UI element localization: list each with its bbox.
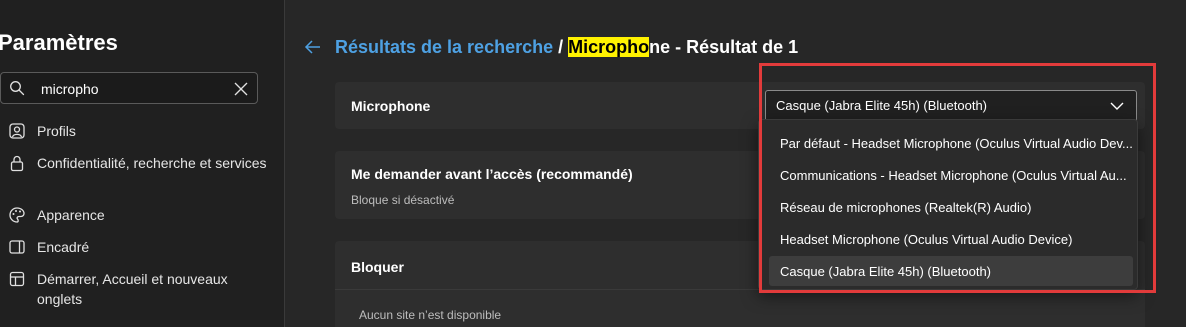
back-arrow-icon[interactable]: [304, 38, 322, 56]
sidebar-item-start-home[interactable]: Démarrer, Accueil et nouveaux onglets: [8, 269, 267, 309]
search-results-link[interactable]: Résultats de la recherche: [335, 37, 553, 57]
search-box[interactable]: [0, 72, 258, 104]
dropdown-option-selected[interactable]: Casque (Jabra Elite 45h) (Bluetooth): [769, 256, 1133, 286]
search-highlight: Micropho: [568, 37, 650, 57]
sidebar-item-sidebar[interactable]: Encadré: [8, 237, 267, 257]
sidebar-item-profiles[interactable]: Profils: [8, 121, 267, 141]
block-empty-text: Aucun site n’est disponible: [359, 308, 502, 322]
sidebar-item-label: Encadré: [37, 239, 90, 255]
breadcrumb-separator: /: [558, 37, 564, 57]
search-icon: [10, 81, 25, 96]
main-content: Résultats de la recherche / Microphone -…: [286, 0, 1186, 327]
page-title: ne - Résultat de 1: [649, 37, 799, 57]
ask-before-access-subtitle: Bloque si désactivé: [351, 193, 455, 207]
profile-icon: [9, 123, 25, 139]
breadcrumb: Résultats de la recherche / Microphone -…: [335, 37, 798, 58]
block-title: Bloquer: [351, 259, 404, 275]
dropdown-option[interactable]: Réseau de microphones (Realtek(R) Audio): [769, 192, 1133, 222]
sidebar-item-label: Apparence: [37, 207, 105, 223]
palette-icon: [9, 207, 25, 223]
chevron-down-icon: [1110, 102, 1124, 110]
sidebar-item-label: Démarrer, Accueil et nouveaux onglets: [37, 271, 228, 307]
search-input[interactable]: [41, 79, 221, 99]
sidebar-title: Paramètres: [0, 30, 118, 55]
sidebar-item-appearance[interactable]: Apparence: [8, 205, 267, 225]
sidebar-item-label: Profils: [37, 123, 76, 139]
sidebar-panel-icon: [9, 240, 25, 254]
microphone-selected-value: Casque (Jabra Elite 45h) (Bluetooth): [776, 98, 988, 113]
sidebar-item-label: Confidentialité, recherche et services: [37, 155, 267, 171]
dropdown-option[interactable]: Communications - Headset Microphone (Ocu…: [769, 160, 1133, 190]
sidebar-item-privacy[interactable]: Confidentialité, recherche et services: [8, 153, 267, 173]
dropdown-option[interactable]: Headset Microphone (Oculus Virtual Audio…: [769, 224, 1133, 254]
microphone-select[interactable]: Casque (Jabra Elite 45h) (Bluetooth): [765, 90, 1137, 122]
ask-before-access-title: Me demander avant l’accès (recommandé): [351, 166, 633, 182]
close-icon[interactable]: [233, 81, 249, 97]
sidebar: Paramètres Profils Confidentialité, rech…: [0, 0, 285, 327]
lock-icon: [10, 155, 24, 172]
microphone-title: Microphone: [351, 98, 431, 114]
dropdown-option[interactable]: Par défaut - Headset Microphone (Oculus …: [769, 128, 1133, 158]
home-icon: [9, 271, 25, 287]
microphone-dropdown: Par défaut - Headset Microphone (Oculus …: [758, 119, 1138, 290]
